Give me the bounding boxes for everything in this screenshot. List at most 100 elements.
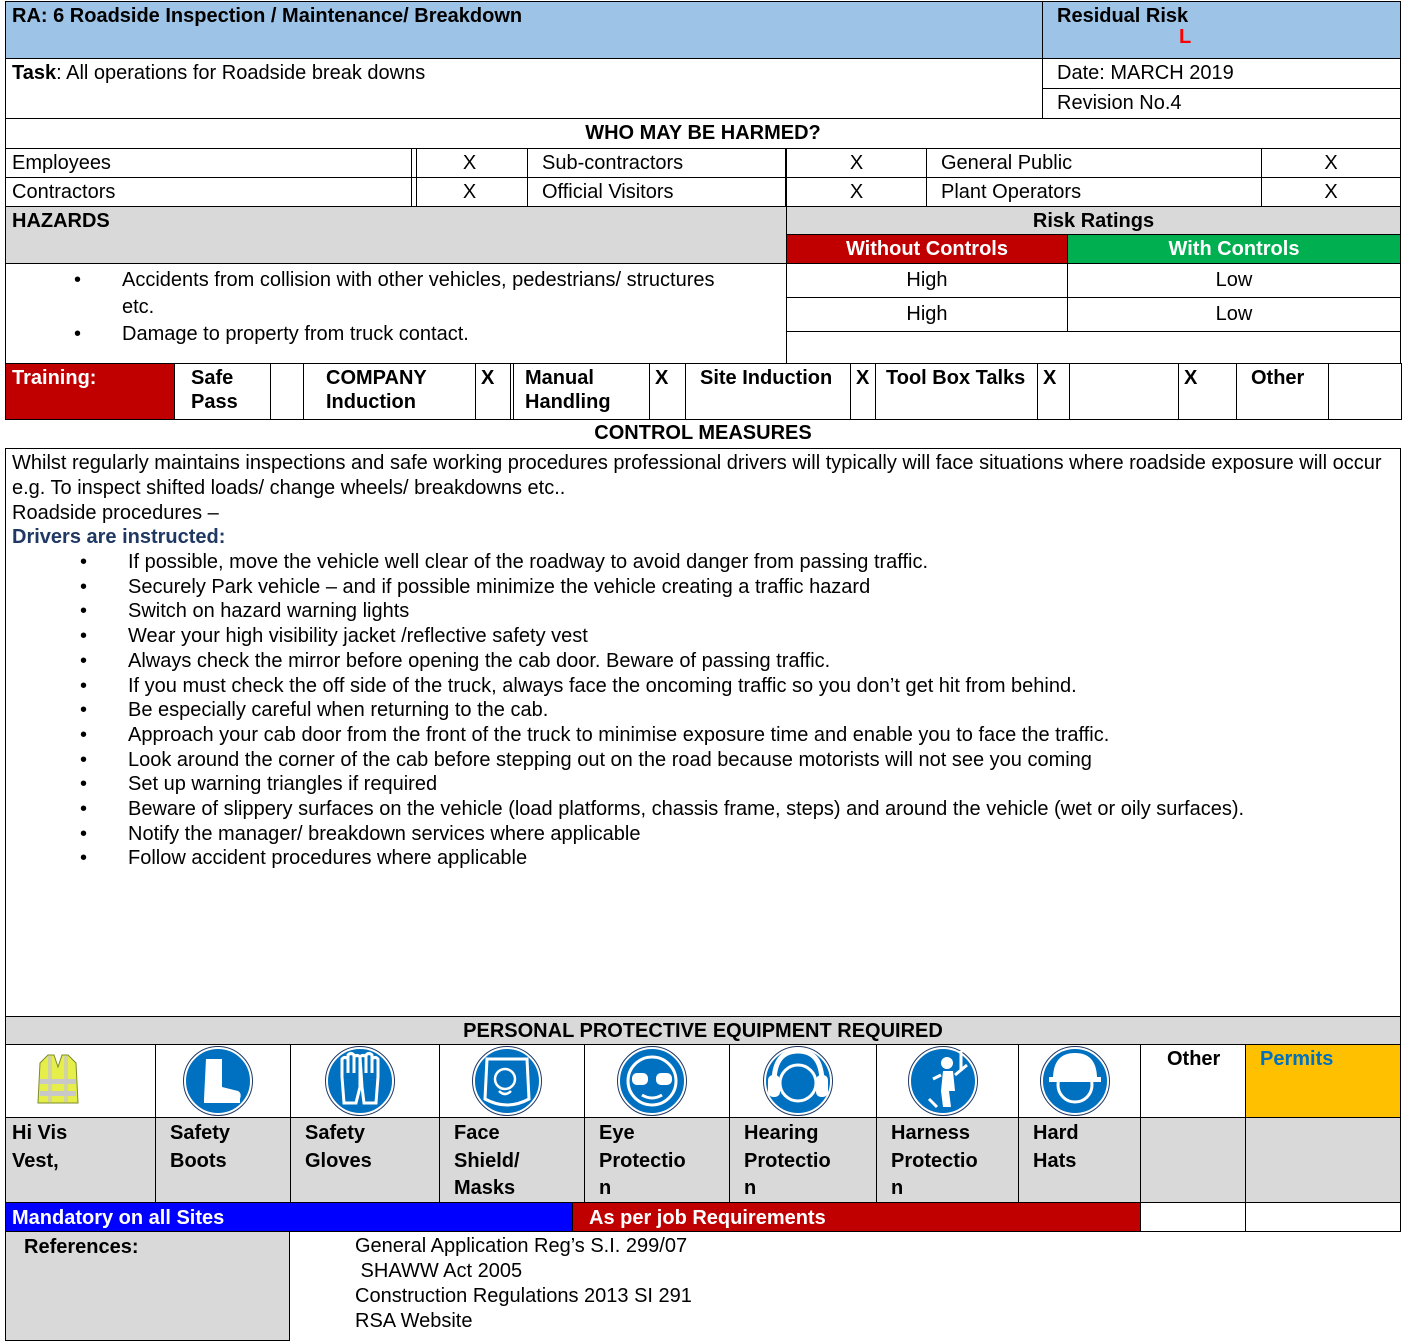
ppe-label: Safety Gloves <box>290 1117 440 1203</box>
who-harmed-mark: X <box>1261 148 1401 178</box>
ppe-label: Eye Protectio n <box>584 1117 730 1203</box>
training-item-label <box>1069 363 1179 420</box>
ppe-permits-cell: Permits <box>1245 1044 1401 1118</box>
training-item-label: Tool Box Talks <box>875 363 1038 420</box>
who-harmed-label: Official Visitors <box>527 177 786 207</box>
who-harmed-mark: X <box>411 177 528 207</box>
training-item-label: Other <box>1236 363 1329 420</box>
risk-assessment-title: RA: 6 Roadside Inspection / Maintenance/… <box>5 1 1043 59</box>
ppe-icon-cell <box>584 1044 730 1118</box>
who-harmed-label: Employees <box>5 148 417 178</box>
control-measures-title: CONTROL MEASURES <box>594 422 812 444</box>
eye-protection-icon <box>617 1046 687 1121</box>
who-harmed-mark: X <box>786 148 927 178</box>
who-harmed-label: Sub-contractors <box>527 148 786 178</box>
training-item-mark: X <box>475 363 514 420</box>
control-measure-item: Follow accident procedures where applica… <box>12 846 1394 871</box>
who-harmed-label: Contractors <box>5 177 417 207</box>
reference-item: SHAWW Act 2005 <box>355 1260 523 1282</box>
ppe-label: Face Shield/ Masks <box>439 1117 585 1203</box>
training-item-mark: X <box>850 363 876 420</box>
reference-item: General Application Reg’s S.I. 299/07 <box>355 1235 688 1257</box>
control-intro: Whilst regularly maintains inspections a… <box>12 452 1382 499</box>
ppe-permits-label-cell <box>1245 1117 1401 1203</box>
control-measure-item: Always check the mirror before opening t… <box>12 649 1394 674</box>
ppe-label: Hard Hats <box>1018 1117 1141 1203</box>
ppe-icon-cell <box>290 1044 440 1118</box>
blank-bar-cell-1 <box>1140 1202 1246 1232</box>
task-label: Task <box>12 62 57 84</box>
who-harmed-label: General Public <box>926 148 1262 178</box>
blank-bar-cell-2 <box>1245 1202 1401 1232</box>
training-item-label: Site Induction <box>685 363 851 420</box>
control-measures-body: Whilst regularly maintains inspections a… <box>5 448 1401 1017</box>
ppe-icon-cell <box>5 1044 156 1118</box>
job-requirements-bar: As per job Requirements <box>572 1202 1141 1232</box>
roadside-procedures-label: Roadside procedures – <box>12 502 219 524</box>
drivers-instructed-label: Drivers are instructed: <box>12 526 226 548</box>
control-measure-item: Notify the manager/ breakdown services w… <box>12 822 1394 847</box>
ppe-label: Hi Vis Vest, <box>5 1117 156 1203</box>
training-item-label: COMPANY Induction <box>303 363 476 420</box>
hazards-list: Accidents from collision with other vehi… <box>6 267 786 348</box>
control-measure-item: If possible, move the vehicle well clear… <box>12 550 1394 575</box>
date-field: Date: MARCH 2019 <box>1042 58 1401 89</box>
control-measure-item: Approach your cab door from the front of… <box>12 723 1394 748</box>
ppe-icon-cell <box>729 1044 877 1118</box>
control-measure-item: If you must check the off side of the tr… <box>12 674 1394 699</box>
control-measures-list: If possible, move the vehicle well clear… <box>12 550 1394 871</box>
revision-field: Revision No.4 <box>1042 88 1401 119</box>
who-harmed-title: WHO MAY BE HARMED? <box>5 118 1401 149</box>
control-measure-item: Be especially careful when returning to … <box>12 698 1394 723</box>
task-row: Task: All operations for Roadside break … <box>5 58 1043 119</box>
safety-boots-icon <box>183 1046 253 1121</box>
who-harmed-label: Plant Operators <box>926 177 1262 207</box>
who-harmed-mark: X <box>1261 177 1401 207</box>
training-item-mark <box>270 363 304 420</box>
hazard-item: Damage to property from truck contact. <box>6 321 786 348</box>
without-controls-header: Without Controls <box>786 234 1068 264</box>
ppe-title: PERSONAL PROTECTIVE EQUIPMENT REQUIRED <box>5 1016 1401 1045</box>
rating-without-controls: High <box>786 297 1068 332</box>
rating-with-controls: Low <box>1067 263 1401 298</box>
references-list: General Application Reg’s S.I. 299/07 SH… <box>355 1234 1401 1334</box>
training-item-label: Safe Pass <box>174 363 271 420</box>
control-measure-item: Beware of slippery surfaces on the vehic… <box>12 797 1394 822</box>
face-shield-icon <box>472 1046 542 1121</box>
control-measure-item: Wear your high visibility jacket /reflec… <box>12 624 1394 649</box>
rating-without-controls: High <box>786 263 1068 298</box>
ppe-icon-cell <box>155 1044 291 1118</box>
ppe-label: Safety Boots <box>155 1117 291 1203</box>
hearing-protection-icon <box>763 1046 833 1121</box>
references-list-cell: General Application Reg’s S.I. 299/07 SH… <box>289 1231 1401 1341</box>
ratings-spacer-cell <box>786 331 1401 364</box>
hard-hat-icon <box>1039 1046 1110 1121</box>
mandatory-bar: Mandatory on all Sites <box>5 1202 573 1232</box>
control-measure-item: Securely Park vehicle – and if possible … <box>12 575 1394 600</box>
ppe-icon-cell <box>1018 1044 1141 1118</box>
residual-risk-label: Residual Risk <box>1057 5 1189 27</box>
reference-item: Construction Regulations 2013 SI 291 <box>355 1285 692 1307</box>
control-measure-item: Set up warning triangles if required <box>12 772 1394 797</box>
with-controls-header: With Controls <box>1067 234 1401 264</box>
training-item-label: Manual Handling <box>510 363 650 420</box>
hazards-title: HAZARDS <box>5 206 787 264</box>
hi-vis-vest-icon <box>36 1053 80 1110</box>
rating-with-controls: Low <box>1067 297 1401 332</box>
hazard-item: Accidents from collision with other vehi… <box>6 267 786 321</box>
hazards-list-cell: Accidents from collision with other vehi… <box>5 263 787 364</box>
ppe-icon-cell <box>876 1044 1019 1118</box>
training-item-mark: X <box>1037 363 1070 420</box>
risk-ratings-title: Risk Ratings <box>786 206 1401 235</box>
training-item-mark: X <box>649 363 686 420</box>
ppe-icon-cell <box>439 1044 585 1118</box>
ppe-other-label-cell <box>1140 1117 1246 1203</box>
references-label: References: <box>5 1231 290 1341</box>
ppe-other-cell: Other <box>1140 1044 1246 1118</box>
ppe-label: Harness Protectio n <box>876 1117 1019 1203</box>
training-item-mark: X <box>1178 363 1237 420</box>
harness-icon <box>907 1046 978 1121</box>
task-text: : All operations for Roadside break down… <box>56 62 426 84</box>
residual-risk-box: Residual Risk L <box>1042 1 1401 59</box>
training-label: Training: <box>5 363 175 420</box>
